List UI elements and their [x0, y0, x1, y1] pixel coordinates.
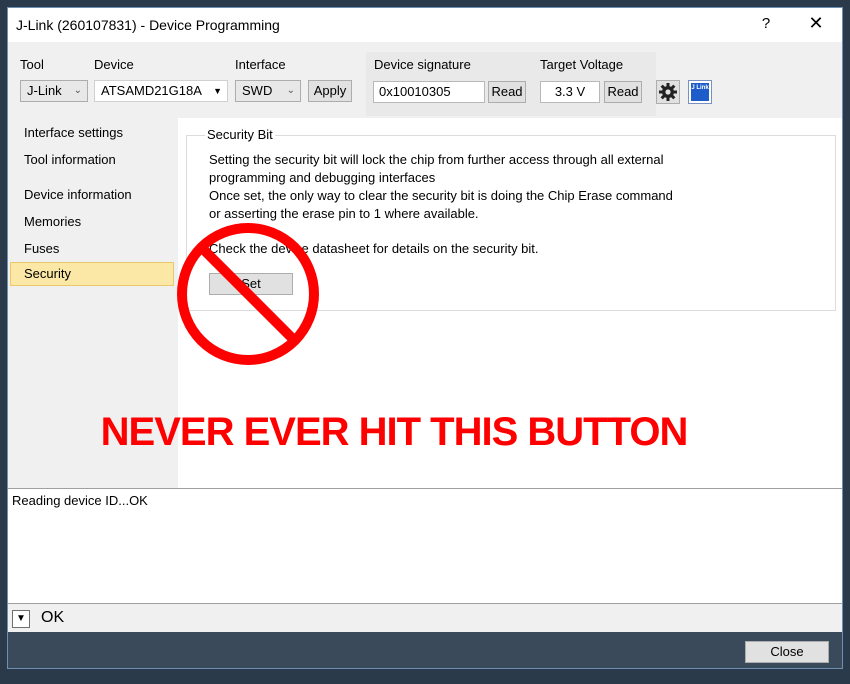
jlink-logo-icon: J Link [691, 83, 709, 101]
close-button[interactable]: Close [745, 641, 829, 663]
security-text-line2: programming and debugging interfaces [209, 170, 436, 185]
tool-label: Tool [20, 57, 44, 72]
gear-icon [659, 83, 677, 101]
device-select-value: ATSAMD21G18A [101, 83, 202, 98]
tool-select-value: J-Link [27, 83, 62, 98]
security-bit-title: Security Bit [205, 127, 275, 142]
interface-select[interactable]: SWD ⌄ [235, 80, 301, 102]
sidebar-item-interface-settings[interactable]: Interface settings [24, 125, 123, 140]
jlink-button[interactable]: J Link [688, 80, 712, 104]
apply-button[interactable]: Apply [308, 80, 352, 102]
interface-label: Interface [235, 57, 286, 72]
target-voltage-field[interactable]: 3.3 V [540, 81, 600, 103]
chevron-down-icon: ⌄ [286, 85, 295, 96]
status-text: OK [41, 609, 65, 626]
tool-select[interactable]: J-Link ⌄ [20, 80, 88, 102]
prohibited-sign-icon [177, 223, 319, 365]
voltage-read-button[interactable]: Read [604, 81, 642, 103]
help-button[interactable]: ? [756, 15, 776, 32]
device-select[interactable]: ATSAMD21G18A ▼ [94, 80, 228, 102]
status-expand-button[interactable]: ▼ [12, 610, 30, 628]
device-programming-dialog: J-Link (260107831) - Device Programming … [7, 7, 843, 669]
security-text-line3: Once set, the only way to clear the secu… [209, 188, 673, 203]
device-signature-label: Device signature [374, 57, 471, 72]
warning-overlay-text: NEVER EVER HIT THIS BUTTON [100, 410, 689, 454]
window-title: J-Link (260107831) - Device Programming [16, 17, 280, 33]
security-text-line1: Setting the security bit will lock the c… [209, 152, 664, 167]
device-label: Device [94, 57, 134, 72]
sidebar-item-tool-information[interactable]: Tool information [24, 152, 116, 167]
chevron-down-icon: ⌄ [73, 85, 82, 96]
target-voltage-label: Target Voltage [540, 57, 624, 72]
sidebar-item-device-information[interactable]: Device information [24, 187, 132, 202]
sidebar-item-security[interactable]: Security [10, 262, 174, 286]
output-log[interactable]: Reading device ID...OK [8, 488, 842, 604]
dialog-footer: Close [8, 632, 842, 668]
device-signature-field[interactable]: 0x10010305 [373, 81, 485, 103]
security-panel: Security Bit Setting the security bit wi… [101, 118, 842, 488]
signature-voltage-group: Device signature 0x10010305 Read Target … [366, 52, 656, 116]
sidebar-item-fuses[interactable]: Fuses [24, 241, 59, 256]
log-line: Reading device ID...OK [12, 493, 148, 508]
title-bar: J-Link (260107831) - Device Programming … [8, 8, 842, 42]
settings-gear-button[interactable] [656, 80, 680, 104]
dropdown-arrow-icon: ▼ [16, 613, 26, 624]
window-close-button[interactable]: ✕ [804, 13, 828, 34]
sidebar-item-memories[interactable]: Memories [24, 214, 81, 229]
status-bar: ▼ OK [8, 604, 842, 632]
dropdown-arrow-icon: ▼ [213, 86, 222, 96]
signature-read-button[interactable]: Read [488, 81, 526, 103]
interface-select-value: SWD [242, 83, 273, 98]
